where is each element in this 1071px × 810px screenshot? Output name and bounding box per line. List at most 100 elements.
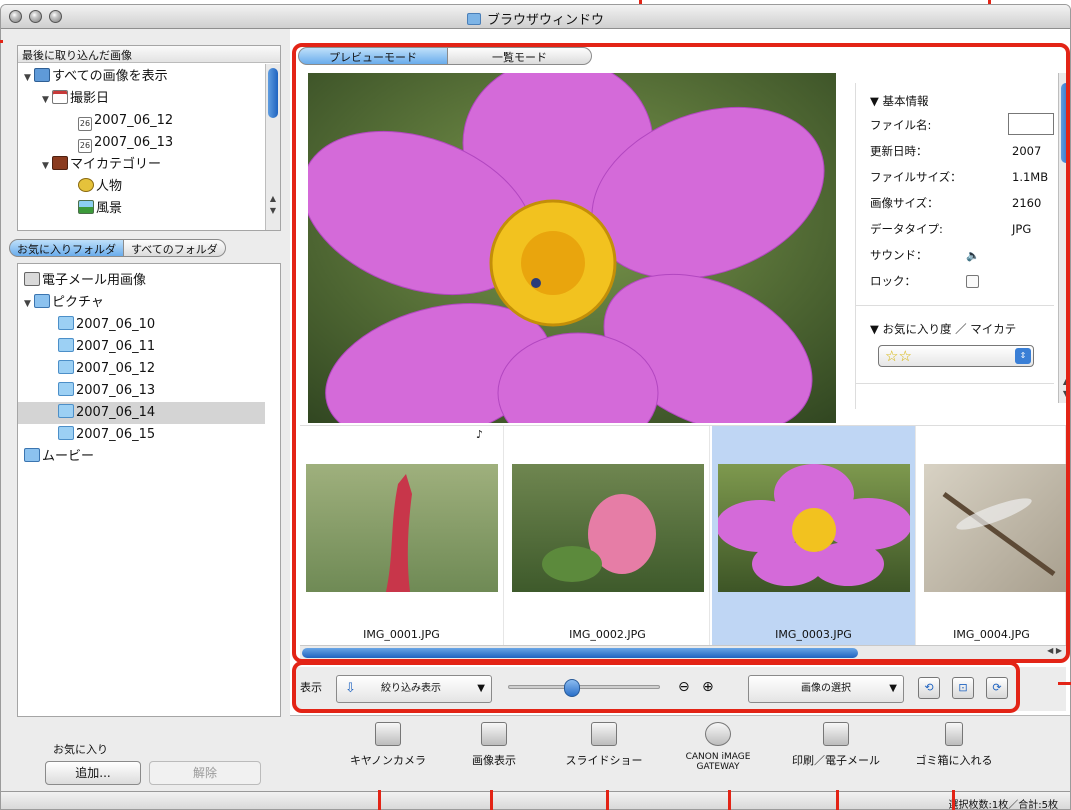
select-images-dropdown[interactable]: 画像の選択 ▼ <box>748 675 904 703</box>
disclosure-icon[interactable]: ▼ <box>42 155 52 177</box>
status-bar: 選択枚数:1枚／合計:5枚 <box>1 791 1070 809</box>
tree-item-date[interactable]: 26 2007_06_12 <box>78 110 173 132</box>
title-bar: ブラウザウィンドウ <box>1 5 1070 29</box>
tree-item-category-landscape[interactable]: 風景 <box>78 198 122 220</box>
canon-camera-button[interactable]: キヤノンカメラ <box>340 722 436 768</box>
recent-header: 最後に取り込んだ画像 <box>18 46 280 63</box>
thumbnail-item[interactable]: IMG_0002.JPG <box>506 426 710 648</box>
camera-icon <box>375 722 401 746</box>
callout-line <box>378 790 381 810</box>
recent-panel: 最後に取り込んだ画像 ▼ すべての画像を表示 ▼ 撮影日 26 2007_06_12 … <box>17 45 281 231</box>
subfolder-item[interactable]: 2007_06_14 <box>18 402 265 424</box>
info-label: ロック： <box>870 274 916 288</box>
info-scrollbar[interactable]: ▲ ▼ <box>1058 73 1070 403</box>
rating-popup[interactable]: ☆☆ ⇕ <box>878 345 1034 367</box>
info-label: サウンド： <box>870 248 928 262</box>
rotate-left-button[interactable]: ⟲ <box>918 677 940 699</box>
subfolder-item[interactable]: 2007_06_11 <box>18 336 265 358</box>
view-image-button[interactable]: 画像表示 <box>458 722 530 768</box>
folder-icon <box>58 316 74 330</box>
calendar-icon <box>52 90 68 104</box>
thumbnail-item[interactable]: IMG_0003.JPG <box>712 426 916 648</box>
scroll-thumb[interactable] <box>268 68 278 118</box>
thumbnail-image <box>386 474 412 592</box>
sound-icon[interactable]: 🔈 <box>966 249 980 262</box>
tab-preview-mode[interactable]: プレビューモード <box>298 47 448 65</box>
folder-email-images[interactable]: 電子メール用画像 <box>24 270 146 292</box>
divider <box>856 383 1054 384</box>
rating-stars: ☆☆ <box>885 347 912 365</box>
tab-list-mode[interactable]: 一覧モード <box>448 47 592 65</box>
disclosure-icon[interactable]: ▼ <box>42 89 52 111</box>
rotate-right-button[interactable]: ⟳ <box>986 677 1008 699</box>
filter-icon: ⇩ <box>345 681 356 696</box>
callout-line <box>1058 682 1071 685</box>
scroll-arrows-icon[interactable]: ◀ ▶ <box>1047 646 1062 655</box>
folder-icon <box>58 360 74 374</box>
tree-item-my-category[interactable]: ▼ マイカテゴリー <box>42 154 161 176</box>
tab-all-folders[interactable]: すべてのフォルダ <box>124 239 226 257</box>
scroll-up-arrow[interactable]: ▲ <box>266 194 280 206</box>
scroll-down-arrow[interactable]: ▼ <box>1059 389 1070 401</box>
trash-button[interactable]: ゴミ箱に入れる <box>906 722 1002 768</box>
info-label: 更新日時： <box>870 144 928 158</box>
scroll-thumb[interactable] <box>1061 83 1070 163</box>
info-row: 更新日時： 2007 <box>870 141 1055 161</box>
subfolder-item[interactable]: 2007_06_10 <box>18 314 265 336</box>
lock-checkbox[interactable] <box>966 275 979 288</box>
trash-icon <box>945 722 963 746</box>
slideshow-button[interactable]: スライドショー <box>560 722 648 768</box>
disclosure-icon[interactable]: ▼ <box>24 67 34 89</box>
browser-window: ブラウザウィンドウ 最後に取り込んだ画像 ▼ すべての画像を表示 ▼ 撮影日 26 2… <box>0 4 1071 810</box>
zoom-in-icon[interactable]: ⊕ <box>702 679 714 695</box>
tab-favorite-folders[interactable]: お気に入りフォルダ <box>9 239 124 257</box>
popup-arrows-icon: ⇕ <box>1015 348 1031 364</box>
folder-pictures[interactable]: ▼ ピクチャ <box>24 292 104 314</box>
add-favorite-button[interactable]: 追加... <box>45 761 141 785</box>
people-icon <box>78 178 94 192</box>
favorite-folder-icon <box>24 448 40 462</box>
info-row: ロック： <box>870 271 1055 291</box>
scroll-down-arrow[interactable]: ▼ <box>266 206 280 218</box>
favorite-folder-icon <box>34 294 50 308</box>
basic-info-header[interactable]: ▼ 基本情報 <box>870 91 1055 111</box>
canon-gateway-button[interactable]: CANON iMAGE GATEWAY <box>680 722 756 772</box>
thumbnail-image <box>942 491 1056 577</box>
subfolder-item[interactable]: 2007_06_12 <box>18 358 265 380</box>
tree-item-category-people[interactable]: 人物 <box>78 176 122 198</box>
display-toolbar: 表示 ⇩ 絞り込み表示 ▼ ⊖ ⊕ 画像の選択 ▼ ⟲ ⊡ ⟳ <box>296 667 1066 711</box>
info-label: 画像サイズ： <box>870 196 939 210</box>
thumbnail-scrollbar[interactable]: ◀ ▶ <box>300 645 1066 659</box>
subfolder-item[interactable]: 2007_06_13 <box>18 380 265 402</box>
subfolder-item[interactable]: 2007_06_15 <box>18 424 265 446</box>
left-pane: 最後に取り込んだ画像 ▼ すべての画像を表示 ▼ 撮影日 26 2007_06_12 … <box>1 29 289 791</box>
email-folder-icon <box>24 272 40 286</box>
favorites-label: お気に入り <box>53 743 108 756</box>
zoom-out-icon[interactable]: ⊖ <box>678 679 690 695</box>
info-value: 2160 <box>1012 196 1042 210</box>
info-toggle-button[interactable]: ⊡ <box>952 677 974 699</box>
remove-favorite-button[interactable]: 解除 <box>149 761 261 785</box>
slider-thumb[interactable] <box>564 679 580 697</box>
slider-track <box>508 685 660 689</box>
favorite-header[interactable]: ▼ お気に入り度 ／ マイカテ <box>870 319 1055 339</box>
calendar-day-icon: 26 <box>78 139 92 153</box>
recent-scrollbar[interactable]: ▲ ▼ <box>265 64 280 230</box>
tree-item-date[interactable]: 26 2007_06_13 <box>78 132 173 154</box>
image-view-icon <box>481 722 507 746</box>
scroll-thumb[interactable] <box>302 648 858 658</box>
tree-item-all-images[interactable]: ▼ すべての画像を表示 <box>24 66 168 88</box>
disclosure-icon[interactable]: ▼ <box>24 293 34 315</box>
folder-icon <box>466 13 481 25</box>
callout-line <box>490 790 493 810</box>
zoom-slider[interactable] <box>508 679 660 699</box>
thumbnail-item[interactable]: IMG_0001.JPG <box>300 426 504 648</box>
all-images-icon <box>34 68 50 82</box>
thumbnail-item[interactable]: IMG_0004.JPG <box>918 426 1066 648</box>
print-email-button[interactable]: 印刷／電子メール <box>784 722 888 768</box>
filename-field[interactable] <box>1008 113 1054 135</box>
tree-item-shooting-date[interactable]: ▼ 撮影日 <box>42 88 109 110</box>
filter-dropdown[interactable]: ⇩ 絞り込み表示 ▼ <box>336 675 492 703</box>
scroll-up-arrow[interactable]: ▲ <box>1059 377 1070 389</box>
folder-movies[interactable]: ムービー <box>24 446 94 468</box>
